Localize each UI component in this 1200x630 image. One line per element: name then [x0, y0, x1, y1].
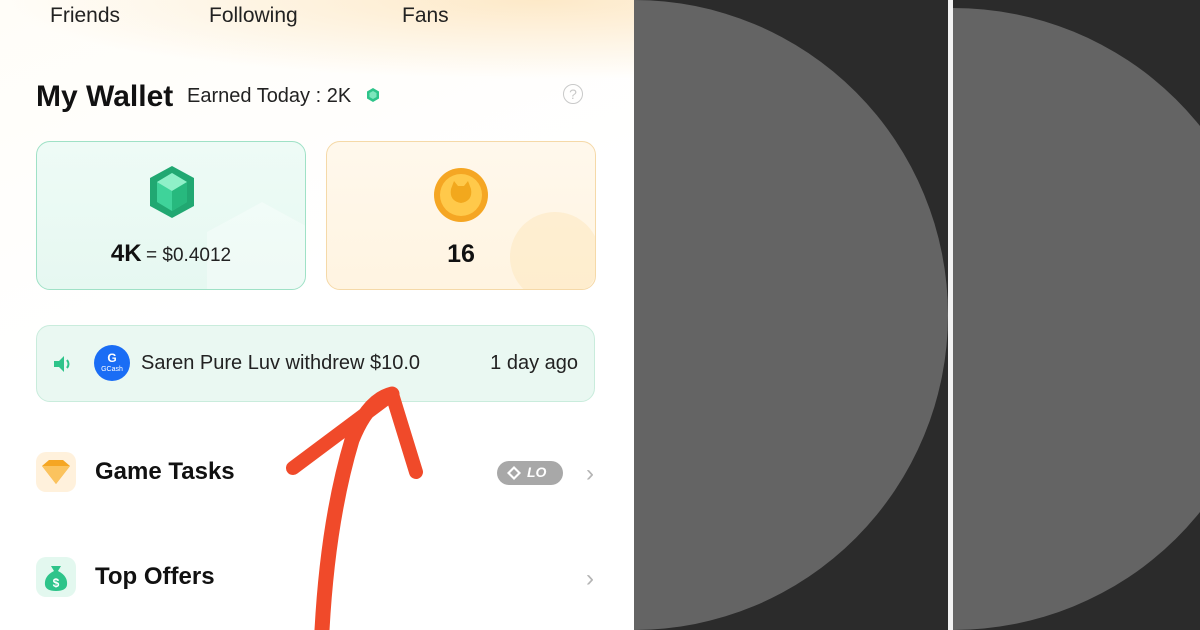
coin-icon: [433, 167, 489, 228]
top-offers-row[interactable]: $ Top Offers ›: [36, 547, 596, 607]
game-tasks-row[interactable]: Game Tasks LO ›: [36, 442, 596, 502]
game-tasks-label: Game Tasks: [95, 458, 235, 485]
gcash-logo: G GCash: [94, 345, 130, 381]
chevron-right-icon: ›: [586, 460, 594, 487]
level-badge-text: LO: [527, 464, 547, 480]
help-icon[interactable]: ?: [563, 84, 583, 104]
level-badge: LO: [497, 461, 563, 485]
gem-amount: 4K: [110, 240, 142, 267]
coin-balance: 16: [447, 240, 475, 268]
withdrawal-message: Saren Pure Luv withdrew $10.0: [141, 352, 421, 374]
chevron-right-icon: ›: [586, 565, 594, 592]
coin-balance-card[interactable]: 16: [326, 141, 596, 290]
level-diamond-icon: [507, 466, 521, 480]
dark-panel-right: [953, 0, 1200, 630]
tab-fans[interactable]: Fans: [402, 4, 449, 28]
tab-friends[interactable]: Friends: [50, 4, 120, 28]
withdrawal-time: 1 day ago: [490, 352, 578, 374]
wallet-screen: Friends Following Fans My Wallet Earned …: [0, 0, 634, 630]
dark-panel-left: [634, 0, 948, 630]
small-gem-icon: [365, 87, 381, 108]
top-offers-label: Top Offers: [95, 563, 215, 590]
wallet-title: My Wallet: [36, 80, 174, 113]
gem-dollar-value: = $0.4012: [146, 245, 232, 266]
money-bag-icon: $: [36, 557, 76, 597]
gcash-logo-text: GCash: [101, 366, 123, 373]
svg-text:$: $: [53, 576, 60, 590]
earned-today-label: Earned Today : 2K: [187, 85, 352, 107]
tab-following[interactable]: Following: [209, 4, 298, 28]
diamond-icon: [36, 452, 76, 492]
gem-icon: [147, 164, 197, 225]
gem-balance: 4K = $0.4012: [37, 240, 305, 268]
gcash-logo-mark: G: [107, 351, 117, 365]
speaker-icon: [53, 355, 75, 378]
gem-balance-card[interactable]: 4K = $0.4012: [36, 141, 306, 290]
withdrawal-ticker[interactable]: G GCash Saren Pure Luv withdrew $10.0 1 …: [36, 325, 595, 402]
profile-tabs: Friends Following Fans: [0, 4, 634, 30]
